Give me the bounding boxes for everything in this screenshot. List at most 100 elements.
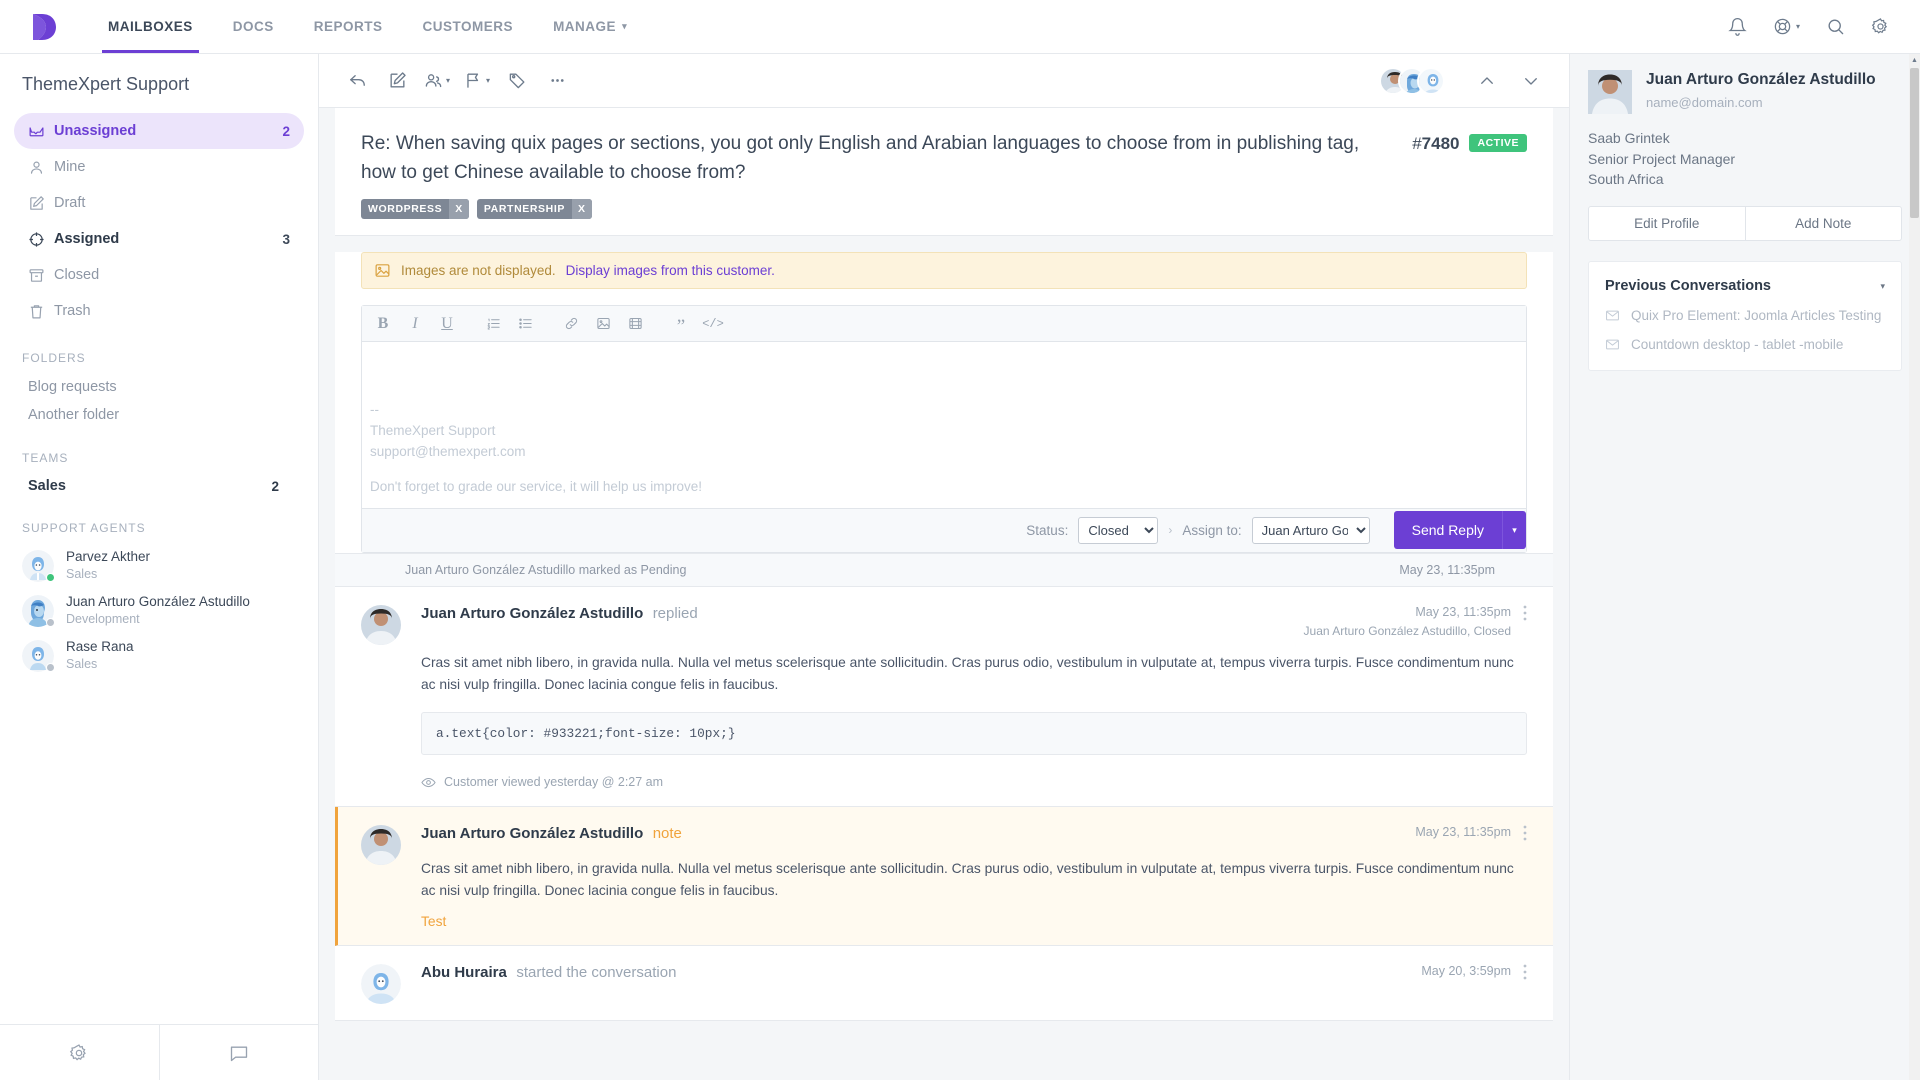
agent-info: Rase Rana Sales: [66, 639, 134, 672]
team-sales[interactable]: Sales 2: [0, 473, 318, 499]
sidebar-item-trash[interactable]: Trash: [14, 293, 304, 329]
message-code-block: a.text{color: #933221;font-size: 10px;}: [421, 711, 1527, 755]
message-date: May 20, 3:59pm: [1421, 963, 1511, 978]
previous-conversation-item[interactable]: Quix Pro Element: Joomla Articles Testin…: [1605, 308, 1885, 323]
italic-icon[interactable]: I: [400, 309, 430, 339]
tag-wordpress[interactable]: WORDPRESS X: [361, 199, 469, 219]
agent-rase-rana[interactable]: Rase Rana Sales: [0, 633, 318, 678]
chevron-up-icon[interactable]: [1467, 61, 1507, 101]
scrollbar-thumb[interactable]: [1910, 68, 1919, 218]
chat-icon[interactable]: [158, 1025, 319, 1080]
message-header: Abu Huraira started the conversation May…: [421, 964, 1527, 983]
reply-icon[interactable]: [337, 61, 377, 101]
system-event-date: May 23, 11:35pm: [1399, 562, 1495, 577]
chevron-down-icon: ▾: [622, 21, 628, 31]
followers-avatars[interactable]: [1379, 66, 1445, 95]
app-layout: ThemeXpert Support Unassigned 2 Mine Dra…: [0, 54, 1920, 1080]
tag-icon[interactable]: [497, 61, 537, 101]
sidebar-item-count: 3: [282, 231, 290, 247]
message-body: Juan Arturo González Astudillo replied M…: [421, 605, 1527, 790]
kebab-menu-icon[interactable]: [1511, 964, 1527, 983]
editor-blank-space: [370, 386, 1518, 400]
tag-partnership[interactable]: PARTNERSHIP X: [476, 199, 592, 219]
nav-item-customers[interactable]: CUSTOMERS: [403, 0, 534, 53]
sidebar-item-label: Trash: [54, 303, 91, 319]
insert-image-icon[interactable]: [588, 309, 618, 339]
chevron-down-icon: ▾: [485, 76, 490, 85]
add-note-button[interactable]: Add Note: [1744, 207, 1902, 241]
send-reply-group: Send Reply ▾: [1393, 511, 1526, 550]
avatar: [361, 604, 401, 645]
sidebar-item-unassigned[interactable]: Unassigned 2: [14, 113, 304, 149]
nav-item-manage[interactable]: MANAGE ▾: [533, 0, 647, 53]
scrollbar-up-arrow[interactable]: ▲: [1909, 54, 1920, 67]
assign-users-icon[interactable]: ▾: [417, 61, 457, 101]
signature-email: support@themexpert.com: [370, 443, 526, 459]
agent-info: Parvez Akther Sales: [66, 549, 150, 582]
tag-remove-icon[interactable]: X: [571, 199, 592, 219]
bell-icon[interactable]: [1728, 17, 1747, 36]
kebab-menu-icon[interactable]: [1511, 825, 1527, 844]
blockquote-icon[interactable]: ”: [666, 309, 696, 339]
link-attachment-icon[interactable]: [556, 309, 586, 339]
search-icon[interactable]: [1826, 17, 1845, 36]
ordered-list-icon[interactable]: [478, 309, 508, 339]
message-author-line: Juan Arturo González Astudillo note: [421, 825, 682, 843]
conversation-header: Re: When saving quix pages or sections, …: [335, 108, 1553, 236]
agent-name: Rase Rana: [66, 639, 134, 655]
nav-label: CUSTOMERS: [422, 19, 514, 34]
chevron-down-icon[interactable]: [1511, 61, 1551, 101]
agent-role: Sales: [66, 566, 98, 581]
chevron-down-icon[interactable]: ▾: [1880, 281, 1885, 292]
folder-blog-requests[interactable]: Blog requests: [0, 373, 318, 401]
previous-conversation-item[interactable]: Countdown desktop - tablet -mobile: [1605, 337, 1885, 352]
reply-textarea[interactable]: -- ThemeXpert Support support@themexpert…: [362, 342, 1526, 508]
kebab-menu-icon[interactable]: [1511, 605, 1527, 624]
conversation-toolbar: ▾ ▾: [319, 54, 1569, 108]
insert-video-icon[interactable]: [620, 309, 650, 339]
support-agents-heading: SUPPORT AGENTS: [22, 521, 146, 535]
editor-blank-space: [370, 372, 1518, 386]
bullet-list-icon[interactable]: [510, 309, 540, 339]
bold-icon[interactable]: B: [368, 309, 398, 339]
top-navigation-bar: MAILBOXES DOCS REPORTS CUSTOMERS MANAGE …: [0, 0, 1920, 54]
avatar: [22, 549, 55, 582]
lifebuoy-icon[interactable]: ▾: [1773, 17, 1800, 36]
status-select[interactable]: Closed Active Pending Spam: [1078, 516, 1159, 544]
edit-profile-button[interactable]: Edit Profile: [1589, 207, 1745, 240]
sidebar-item-draft[interactable]: Draft: [14, 185, 304, 221]
envelope-icon: [1605, 308, 1620, 323]
flag-icon[interactable]: ▾: [457, 61, 497, 101]
display-images-link[interactable]: Display images from this customer.: [566, 263, 775, 278]
code-icon[interactable]: </>: [698, 309, 728, 339]
avatar: [22, 639, 55, 672]
folder-another-folder[interactable]: Another folder: [0, 401, 318, 429]
send-reply-button[interactable]: Send Reply: [1393, 511, 1502, 550]
gear-icon[interactable]: [1871, 17, 1890, 36]
underline-icon[interactable]: U: [432, 309, 462, 339]
page-scrollbar[interactable]: ▲: [1909, 54, 1920, 1080]
assign-select[interactable]: Juan Arturo González Astudillo Parvez Ak…: [1251, 516, 1370, 544]
gear-icon[interactable]: [0, 1025, 159, 1080]
tag-remove-icon[interactable]: X: [449, 199, 469, 219]
avatar: [22, 594, 55, 627]
compose-icon[interactable]: [377, 61, 417, 101]
message-subnote: Juan Arturo González Astudillo, Closed: [1303, 623, 1511, 638]
agent-juan-arturo-gonzalez-astudillo[interactable]: Juan Arturo González Astudillo Developme…: [0, 588, 318, 633]
customer-country: South Africa: [1588, 171, 1664, 188]
send-reply-dropdown-caret[interactable]: ▾: [1502, 511, 1526, 550]
nav-item-mailboxes[interactable]: MAILBOXES: [88, 0, 213, 53]
nav-item-docs[interactable]: DOCS: [213, 0, 294, 53]
sidebar-item-closed[interactable]: Closed: [14, 257, 304, 293]
sidebar-item-label: Assigned: [54, 231, 120, 247]
nav-item-reports[interactable]: REPORTS: [294, 0, 403, 53]
more-ellipsis-icon[interactable]: [537, 61, 577, 101]
sidebar-footer: [0, 1024, 318, 1080]
status-badge: ACTIVE: [1469, 134, 1527, 152]
nav-label: MAILBOXES: [108, 19, 193, 34]
agent-parvez-akther[interactable]: Parvez Akther Sales: [0, 543, 318, 588]
sidebar-item-mine[interactable]: Mine: [14, 149, 304, 185]
agent-info: Juan Arturo González Astudillo Developme…: [66, 594, 250, 627]
sidebar-item-assigned[interactable]: Assigned 3: [14, 221, 304, 257]
logo-d-icon[interactable]: [22, 12, 66, 42]
